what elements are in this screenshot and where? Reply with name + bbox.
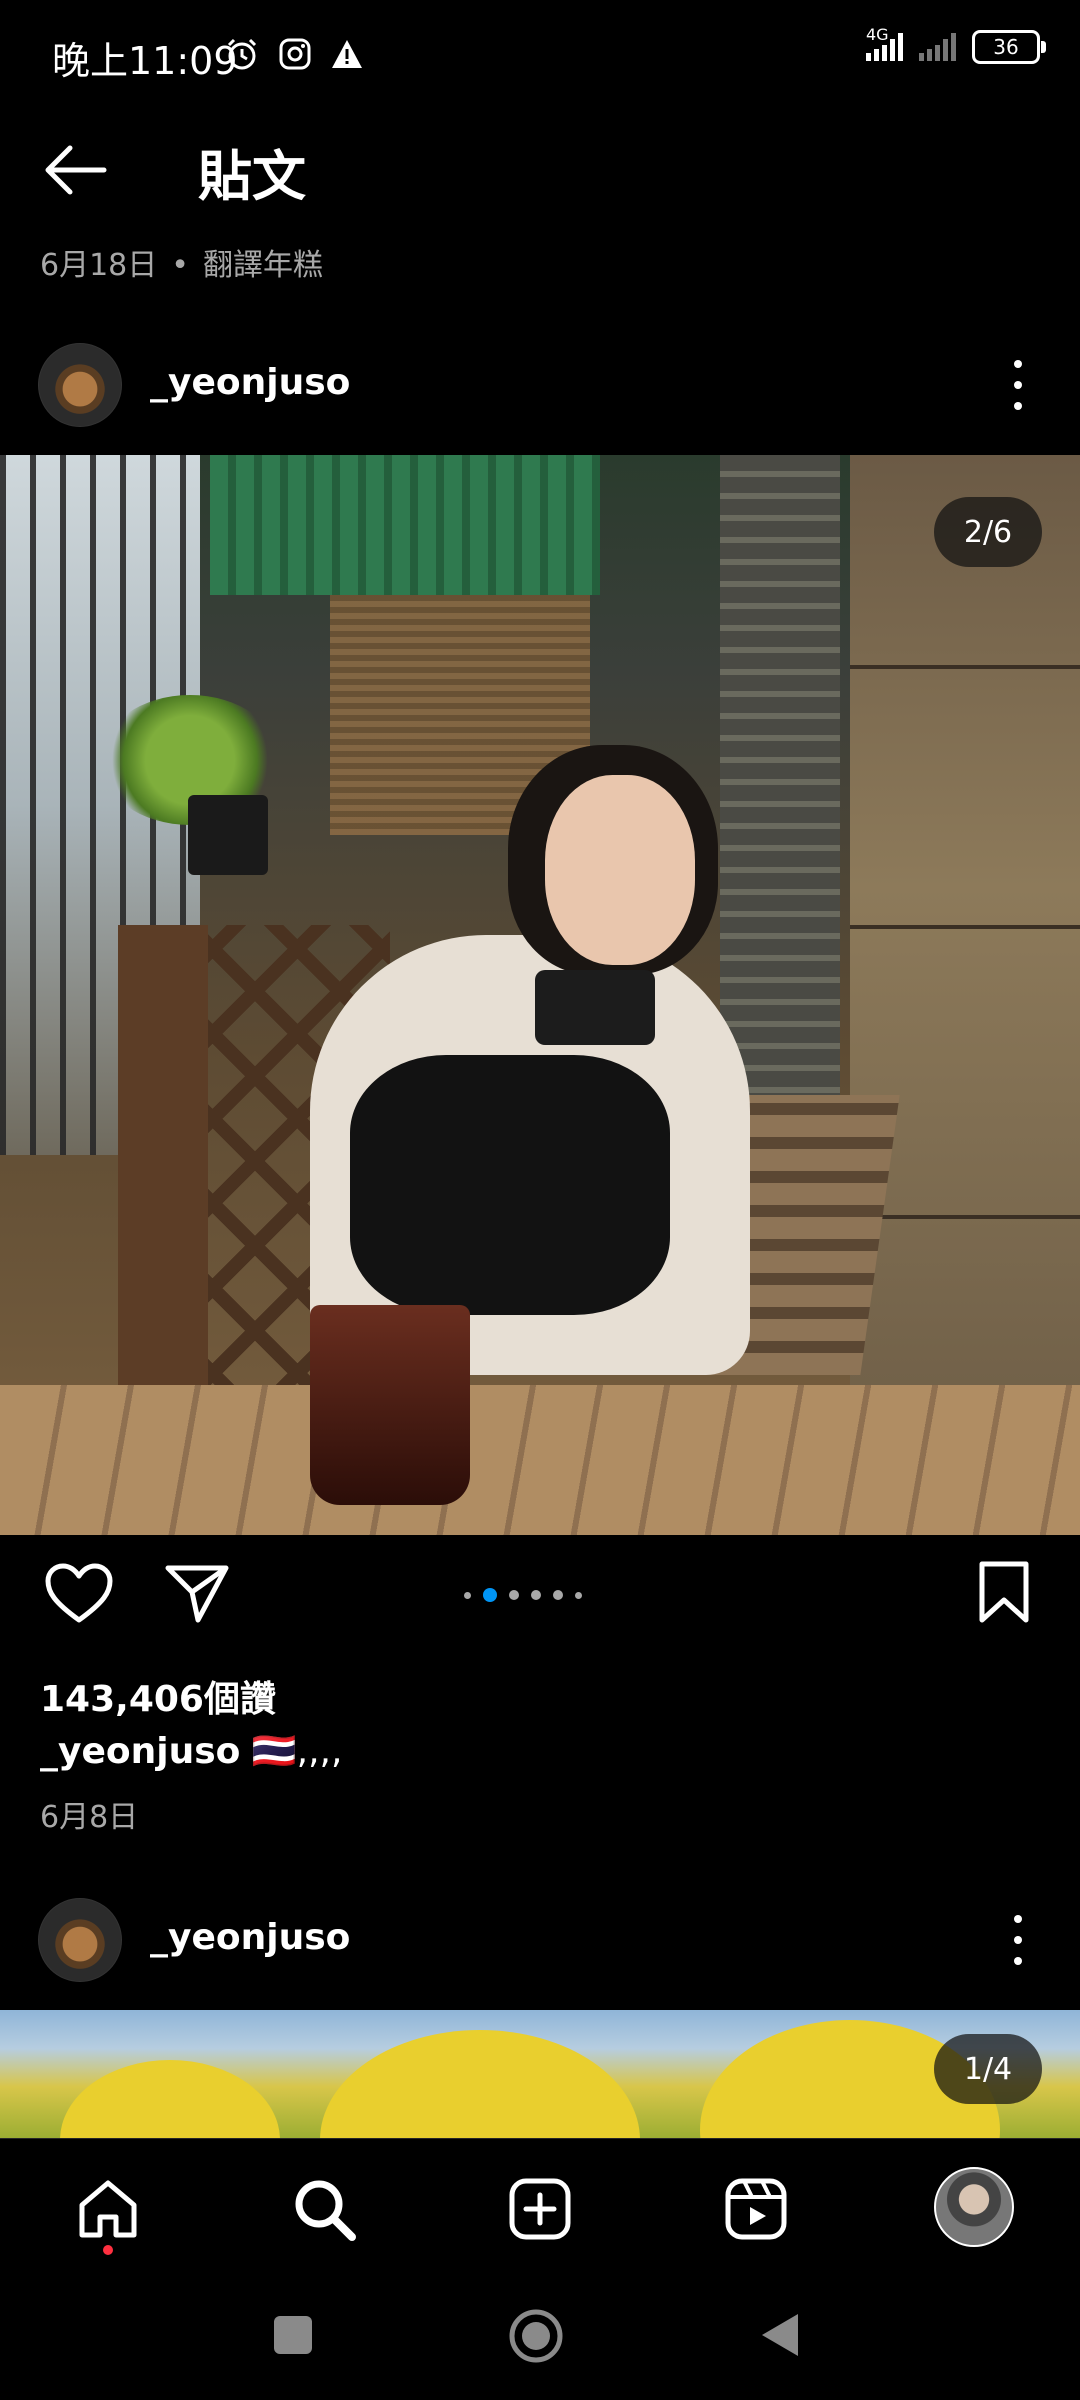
pager-dot xyxy=(509,1590,519,1600)
home-button-icon[interactable] xyxy=(508,2308,564,2364)
battery-level: 36 xyxy=(993,35,1019,59)
carousel-pager xyxy=(464,1588,582,1602)
pager-dot xyxy=(553,1590,563,1600)
signal-4g: 4G xyxy=(866,25,903,61)
pager-dot xyxy=(531,1590,541,1600)
notification-dot xyxy=(103,2245,113,2255)
pager-dot xyxy=(464,1591,471,1599)
image-counter: 2/6 xyxy=(934,497,1042,567)
photo-face xyxy=(545,775,695,965)
wall-line xyxy=(850,665,1080,669)
back-arrow-icon[interactable] xyxy=(40,140,110,200)
likes-count[interactable]: 143,406個讚 xyxy=(40,1670,276,1722)
home-icon[interactable] xyxy=(74,2175,142,2243)
more-icon[interactable] xyxy=(1008,1915,1028,1965)
add-icon[interactable] xyxy=(506,2175,574,2243)
avatar[interactable] xyxy=(38,1898,122,1982)
photo-pants xyxy=(350,1055,670,1315)
send-icon[interactable] xyxy=(164,1562,230,1624)
wall-line xyxy=(850,925,1080,929)
separator: • xyxy=(171,248,189,283)
more-icon[interactable] xyxy=(1008,360,1028,410)
pager-dot-active xyxy=(483,1588,497,1602)
caption-text: 🇹🇭,,,, xyxy=(251,1731,343,1772)
translate-link[interactable]: 翻譯年糕 xyxy=(203,248,323,283)
search-icon[interactable] xyxy=(290,2175,358,2243)
pager-dot xyxy=(575,1591,582,1599)
caption: _yeonjuso 🇹🇭,,,, xyxy=(40,1730,342,1772)
reels-icon[interactable] xyxy=(722,2175,790,2243)
heart-icon[interactable] xyxy=(44,1562,114,1626)
post-image[interactable]: 2/6 xyxy=(0,455,1080,1535)
battery-icon: 36 xyxy=(972,30,1046,64)
status-right: 4G 36 xyxy=(866,25,1046,64)
alarm-icon xyxy=(227,38,257,70)
page-title: 貼文 xyxy=(198,145,306,208)
photo-table xyxy=(0,1385,1080,1535)
photo-roof xyxy=(210,455,600,595)
photo-camera xyxy=(535,970,655,1045)
instagram-icon xyxy=(279,38,311,70)
header-date: 6月18日 xyxy=(40,248,158,283)
post-username[interactable]: _yeonjuso xyxy=(150,362,350,403)
network-label: 4G xyxy=(866,25,889,44)
next-post-image[interactable]: 1/4 xyxy=(0,2010,1080,2138)
warning-icon xyxy=(332,40,362,68)
signal-2-icon xyxy=(919,33,956,61)
status-bar: 晚上11:09 4G 36 xyxy=(0,0,1080,110)
status-icons-left xyxy=(224,36,364,72)
photo-wall xyxy=(850,455,1080,1535)
post-date: 6月8日 xyxy=(40,1800,139,1835)
back-button-icon[interactable] xyxy=(758,2310,802,2360)
status-time: 晚上11:09 xyxy=(52,39,238,83)
bottom-nav xyxy=(0,2138,1080,2279)
post-meta: 6月18日 • 翻譯年糕 xyxy=(40,240,323,284)
photo-glass xyxy=(310,1305,470,1505)
caption-username[interactable]: _yeonjuso xyxy=(40,1731,240,1772)
avatar[interactable] xyxy=(38,343,122,427)
system-nav-bar xyxy=(0,2280,1080,2400)
wall-line xyxy=(850,1215,1080,1219)
photo-pot xyxy=(188,795,268,875)
image-counter: 1/4 xyxy=(934,2034,1042,2104)
profile-avatar[interactable] xyxy=(934,2167,1014,2247)
recents-icon[interactable] xyxy=(272,2314,314,2356)
next-post-username[interactable]: _yeonjuso xyxy=(150,1917,350,1958)
bookmark-icon[interactable] xyxy=(978,1560,1030,1624)
